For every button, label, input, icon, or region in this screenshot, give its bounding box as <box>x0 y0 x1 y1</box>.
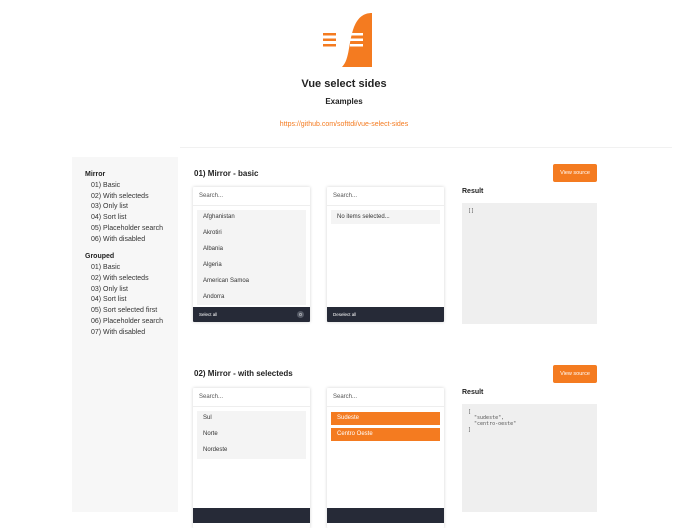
nav-item-grouped-sort-list[interactable]: 04) Sort list <box>91 296 126 303</box>
selected-item[interactable]: Sudeste <box>331 412 440 425</box>
list-item[interactable]: Afghanistan <box>203 214 235 220</box>
right-select-panel: Search... Sudeste Centro Oeste <box>327 388 444 528</box>
right-select-panel: Search... No items selected... Deselect … <box>327 187 444 322</box>
select-all-button[interactable] <box>193 508 310 523</box>
result-output: [] <box>462 203 597 324</box>
search-input[interactable]: Search... <box>193 187 310 206</box>
nav-item-mirror-with-selecteds[interactable]: 02) With selecteds <box>91 193 149 200</box>
result-output: [ "sudeste", "centro-oeste" ] <box>462 404 597 512</box>
list-item[interactable]: American Samoa <box>203 278 249 284</box>
nav-item-mirror-only-list[interactable]: 03) Only list <box>91 203 128 210</box>
selected-count-badge: 0 <box>297 311 304 318</box>
nav-item-grouped-with-disabled[interactable]: 07) With disabled <box>91 329 145 336</box>
result-label: Result <box>462 188 484 195</box>
options-list: Sul Norte Nordeste <box>197 411 306 459</box>
nav-item-mirror-placeholder-search[interactable]: 05) Placeholder search <box>91 225 163 232</box>
section-title-mirror-with-selecteds: 02) Mirror - with selecteds <box>194 369 293 378</box>
left-select-panel: Search... Afghanistan Akrotiri Albania A… <box>193 187 310 322</box>
page-title: Vue select sides <box>301 78 387 90</box>
select-all-label: Select all <box>199 312 218 317</box>
header-divider <box>180 147 672 148</box>
list-item[interactable]: Nordeste <box>203 447 227 453</box>
left-select-panel: Search... Sul Norte Nordeste <box>193 388 310 528</box>
search-input[interactable]: Search... <box>327 388 444 407</box>
nav-item-mirror-with-disabled[interactable]: 06) With disabled <box>91 236 145 243</box>
deselect-all-button[interactable]: Deselect all <box>327 307 444 322</box>
list-item[interactable]: Akrotiri <box>203 230 222 236</box>
list-item[interactable]: Algeria <box>203 262 222 268</box>
github-link[interactable]: https://github.com/softtdi/vue-select-si… <box>0 121 688 128</box>
nav-item-grouped-only-list[interactable]: 03) Only list <box>91 286 128 293</box>
sidebar-nav: Mirror 01) Basic 02) With selecteds 03) … <box>72 157 178 512</box>
list-item[interactable]: Andorra <box>203 294 224 300</box>
nav-item-mirror-basic[interactable]: 01) Basic <box>91 182 120 189</box>
options-list: Afghanistan Akrotiri Albania Algeria Ame… <box>197 210 306 305</box>
nav-item-mirror-sort-list[interactable]: 04) Sort list <box>91 214 126 221</box>
selected-item[interactable]: Centro Oeste <box>331 428 440 441</box>
view-source-button[interactable]: View source <box>553 164 597 182</box>
select-all-button[interactable]: Select all 0 <box>193 307 310 322</box>
section-title-mirror-basic: 01) Mirror - basic <box>194 169 259 178</box>
nav-item-grouped-basic[interactable]: 01) Basic <box>91 264 120 271</box>
page-subtitle: Examples <box>325 97 363 106</box>
result-label: Result <box>462 389 484 396</box>
nav-group-grouped: Grouped <box>85 253 115 260</box>
list-item[interactable]: Sul <box>203 415 212 421</box>
nav-group-mirror: Mirror <box>85 171 106 178</box>
selected-list: No items selected... <box>331 210 440 224</box>
nav-item-grouped-sort-selected-first[interactable]: 05) Sort selected first <box>91 307 157 314</box>
list-item[interactable]: Norte <box>203 431 218 437</box>
nav-item-grouped-placeholder-search[interactable]: 06) Placeholder search <box>91 318 163 325</box>
empty-message: No items selected... <box>337 214 390 220</box>
search-input[interactable]: Search... <box>327 187 444 206</box>
vue-select-sides-logo <box>323 13 372 67</box>
list-item[interactable]: Albania <box>203 246 223 252</box>
view-source-button[interactable]: View source <box>553 365 597 383</box>
deselect-all-button[interactable] <box>327 508 444 523</box>
nav-item-grouped-with-selecteds[interactable]: 02) With selecteds <box>91 275 149 282</box>
search-input[interactable]: Search... <box>193 388 310 407</box>
